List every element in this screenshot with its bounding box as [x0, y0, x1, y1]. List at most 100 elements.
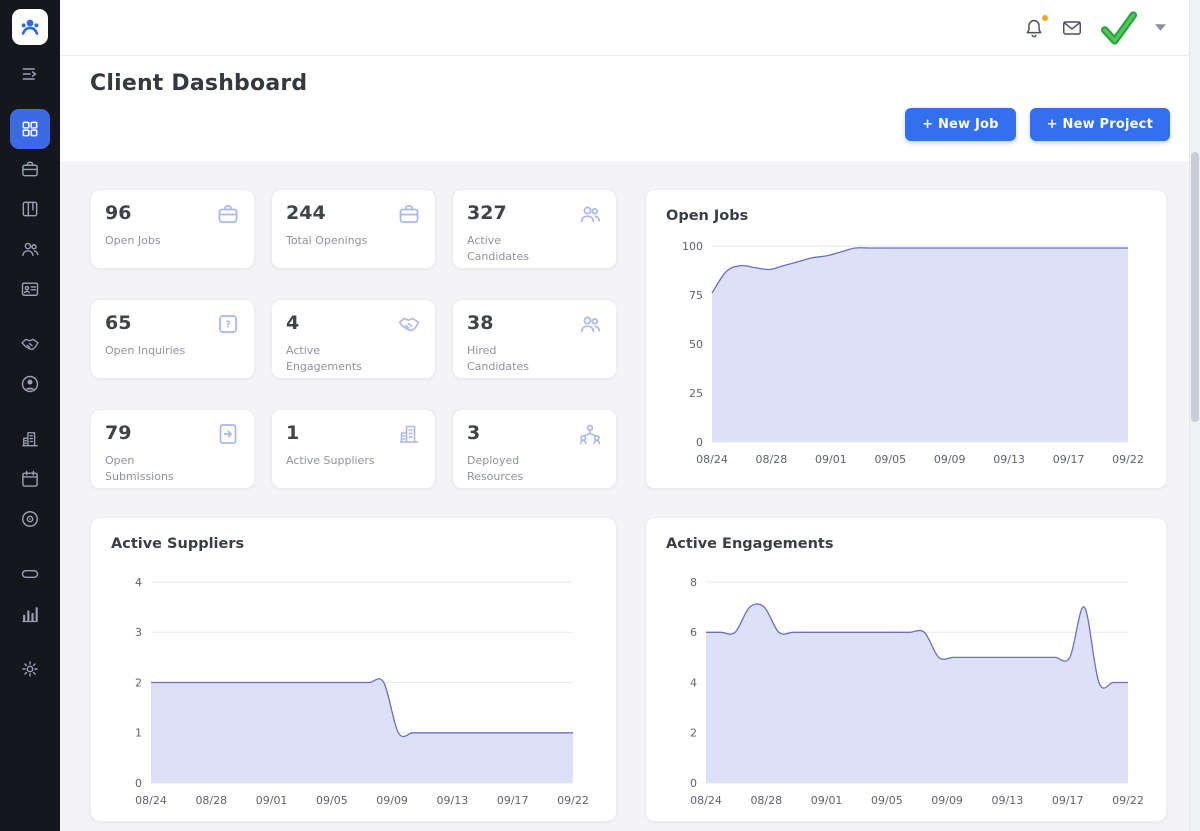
kanban-icon [20, 199, 40, 219]
stat-label-open-jobs: Open Jobs [105, 233, 197, 249]
sidebar-item-engagements[interactable] [10, 324, 50, 364]
stat-value-deployed-resources: 3 [467, 422, 480, 444]
sidebar-item-tracker[interactable] [10, 554, 50, 594]
handshake-icon [397, 312, 421, 336]
svg-text:0: 0 [135, 777, 142, 790]
sidebar-item-dashboard[interactable] [10, 109, 50, 149]
org-people-icon [578, 422, 602, 446]
building-icon [20, 429, 40, 449]
svg-text:09/01: 09/01 [256, 794, 288, 807]
topbar [60, 0, 1200, 56]
sidebar [0, 0, 60, 831]
svg-text:?: ? [225, 319, 231, 330]
active-engagements-chart: 0246808/2408/2809/0109/0509/0909/1309/17… [666, 566, 1146, 815]
active-engagements-area-chart: 0246808/2408/2809/0109/0509/0909/1309/17… [666, 566, 1146, 811]
scrollbar[interactable] [1189, 0, 1200, 831]
svg-text:09/13: 09/13 [992, 794, 1024, 807]
scrollbar-thumb[interactable] [1191, 152, 1199, 422]
sidebar-item-records[interactable] [10, 499, 50, 539]
id-card-icon [20, 279, 40, 299]
svg-text:09/17: 09/17 [497, 794, 529, 807]
stat-card-active-suppliers[interactable]: 1Active Suppliers [271, 409, 436, 489]
svg-text:75: 75 [689, 289, 703, 302]
sidebar-item-collapse[interactable] [10, 54, 50, 94]
user-avatar[interactable] [1095, 7, 1143, 49]
svg-text:4: 4 [690, 676, 697, 689]
briefcase-icon [397, 202, 421, 226]
menu-collapse-icon [20, 64, 40, 84]
sidebar-item-candidates[interactable] [10, 229, 50, 269]
sidebar-item-contacts[interactable] [10, 269, 50, 309]
open-jobs-chart-card: Open Jobs 025507510008/2408/2809/0109/05… [645, 189, 1167, 489]
open-jobs-chart: 025507510008/2408/2809/0109/0509/0909/13… [666, 232, 1146, 474]
chart-title: Active Suppliers [111, 536, 596, 552]
users-icon [578, 202, 602, 226]
person-circle-icon [20, 374, 40, 394]
profile-menu-button[interactable] [1151, 20, 1170, 35]
svg-text:09/05: 09/05 [871, 794, 903, 807]
dashboard-icon [20, 119, 40, 139]
sidebar-item-calendar[interactable] [10, 459, 50, 499]
sidebar-item-suppliers[interactable] [10, 419, 50, 459]
svg-text:09/05: 09/05 [874, 453, 906, 466]
svg-text:25: 25 [689, 387, 703, 400]
mail-icon [1061, 17, 1083, 39]
new-job-button[interactable]: + New Job [905, 108, 1016, 141]
logo-icon [18, 15, 42, 39]
users-icon [578, 312, 602, 336]
pill-icon [20, 564, 40, 584]
stat-card-total-openings[interactable]: 244Total Openings [271, 189, 436, 269]
stat-card-active-engagements[interactable]: 4Active Engagements [271, 299, 436, 379]
svg-text:08/24: 08/24 [135, 794, 167, 807]
stat-label-deployed-resources: Deployed Resources [467, 453, 559, 485]
messages-button[interactable] [1057, 13, 1087, 43]
briefcase-icon [20, 159, 40, 179]
svg-text:08/28: 08/28 [750, 794, 782, 807]
sidebar-item-settings[interactable] [10, 649, 50, 689]
svg-text:4: 4 [135, 576, 142, 589]
sidebar-item-analytics[interactable] [10, 594, 50, 634]
stat-value-total-openings: 244 [286, 202, 326, 224]
svg-text:09/09: 09/09 [931, 794, 963, 807]
stat-card-deployed-resources[interactable]: 3 Deployed Resources [452, 409, 617, 489]
svg-text:100: 100 [682, 240, 703, 253]
stat-card-open-inquiries[interactable]: 65? Open Inquiries [90, 299, 255, 379]
stat-card-open-submissions[interactable]: 79Open Submissions [90, 409, 255, 489]
notifications-button[interactable] [1019, 13, 1049, 43]
chat-question-icon: ? [216, 312, 240, 336]
stat-label-open-submissions: Open Submissions [105, 453, 197, 485]
stats-grid: 96Open Jobs244Total Openings327Active Ca… [90, 189, 617, 489]
calendar-icon [20, 469, 40, 489]
stat-value-active-engagements: 4 [286, 312, 299, 334]
stat-label-active-suppliers: Active Suppliers [286, 453, 378, 469]
svg-text:09/22: 09/22 [1112, 794, 1144, 807]
sidebar-item-profile[interactable] [10, 364, 50, 404]
stat-card-active-candidates[interactable]: 327Active Candidates [452, 189, 617, 269]
sidebar-item-logo[interactable] [12, 9, 48, 45]
stat-value-open-inquiries: 65 [105, 312, 131, 334]
stat-label-open-inquiries: Open Inquiries [105, 343, 197, 359]
svg-text:09/01: 09/01 [815, 453, 847, 466]
svg-text:09/17: 09/17 [1052, 794, 1084, 807]
stat-value-active-candidates: 327 [467, 202, 507, 224]
new-project-button[interactable]: + New Project [1030, 108, 1170, 141]
bar-chart-icon [20, 604, 40, 624]
svg-text:50: 50 [689, 338, 703, 351]
active-suppliers-area-chart: 0123408/2408/2809/0109/0509/0909/1309/17… [111, 566, 591, 811]
doc-arrow-icon [216, 422, 240, 446]
svg-text:09/01: 09/01 [811, 794, 843, 807]
svg-text:09/13: 09/13 [437, 794, 469, 807]
open-jobs-area-chart: 025507510008/2408/2809/0109/0509/0909/13… [666, 232, 1146, 470]
svg-text:09/17: 09/17 [1053, 453, 1085, 466]
svg-text:08/24: 08/24 [696, 453, 728, 466]
stat-card-open-jobs[interactable]: 96Open Jobs [90, 189, 255, 269]
stat-card-hired-candidates[interactable]: 38Hired Candidates [452, 299, 617, 379]
sidebar-item-board[interactable] [10, 189, 50, 229]
chart-title: Open Jobs [666, 208, 1146, 224]
svg-text:08/24: 08/24 [690, 794, 722, 807]
svg-text:08/28: 08/28 [756, 453, 788, 466]
svg-text:3: 3 [135, 626, 142, 639]
svg-text:09/13: 09/13 [993, 453, 1025, 466]
sidebar-item-jobs[interactable] [10, 149, 50, 189]
page-header: Client Dashboard + New Job + New Project [60, 56, 1200, 161]
